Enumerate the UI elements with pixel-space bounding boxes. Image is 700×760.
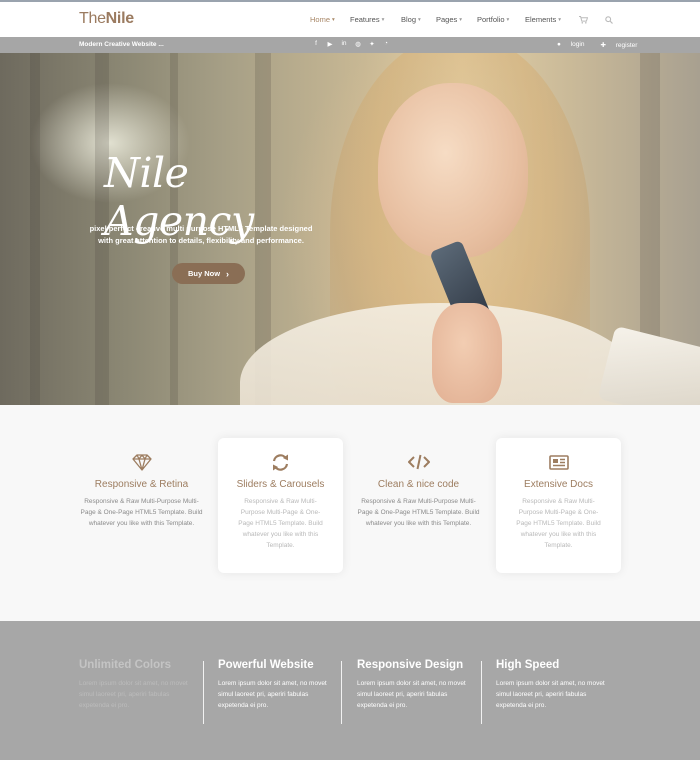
feature-title: Sliders & Carousels — [236, 479, 325, 490]
tagline: Modern Creative Website ... — [79, 40, 164, 48]
register-link[interactable]: ✚ register — [600, 41, 645, 49]
feature-title: Responsive & Retina — [94, 479, 189, 490]
top-bar: Modern Creative Website ... f ▶ in ◍ ✦ ◔… — [0, 37, 700, 53]
highlight-text: Lorem ipsum dolor sit amet, no movet sim… — [357, 680, 466, 709]
highlight-column: High Speed Lorem ipsum dolor sit amet, n… — [496, 659, 634, 723]
twitter-icon[interactable]: ✦ — [365, 40, 379, 48]
nav-item-home[interactable]: Home ▾ — [310, 15, 350, 24]
feature-description: Responsive & Raw Multi-Purpose Multi-Pag… — [516, 498, 601, 549]
highlights-section: Unlimited Colors Lorem ipsum dolor sit a… — [0, 621, 700, 760]
feature-card: Clean & nice code Responsive & Raw Multi… — [356, 438, 481, 573]
buy-now-label: Buy Now — [187, 269, 221, 278]
login-link[interactable]: ● login — [557, 41, 592, 49]
feature-description: Responsive & Raw Multi-Purpose Multi-Pag… — [357, 498, 480, 527]
newspaper-icon — [496, 452, 621, 472]
nav-item-pages[interactable]: Pages ▾ — [436, 15, 477, 24]
nav-item-label: Home — [310, 15, 331, 24]
nav-item-label: Elements — [525, 15, 557, 24]
refresh-icon — [218, 452, 343, 472]
highlight-text: Lorem ipsum dolor sit amet, no movet sim… — [79, 680, 188, 709]
chevron-down-icon: ▾ — [558, 16, 562, 23]
logo-bold: Nile — [105, 10, 134, 27]
code-icon — [356, 452, 481, 472]
buy-now-button[interactable]: Buy Now › — [172, 263, 245, 284]
feature-description: Responsive & Raw Multi-Purpose Multi-Pag… — [80, 498, 203, 527]
highlight-title: Responsive Design — [357, 659, 464, 671]
feature-title: Extensive Docs — [524, 479, 593, 490]
highlight-column: Powerful Website Lorem ipsum dolor sit a… — [218, 659, 356, 723]
highlight-column: Responsive Design Lorem ipsum dolor sit … — [357, 659, 495, 723]
highlight-title: High Speed — [496, 659, 560, 671]
hero-photo-hand — [432, 303, 502, 403]
logo[interactable]: TheNile — [79, 10, 134, 28]
hero-subtitle: pixel perfect creative multi purpose HTM… — [86, 223, 316, 247]
features-section: Responsive & Retina Responsive & Raw Mul… — [0, 405, 700, 621]
site-header: TheNile Home ▾ Features ▾ Blog ▾ Pages ▾ Por… — [0, 2, 700, 37]
highlight-title: Unlimited Colors — [79, 659, 172, 671]
hero-photo-face — [378, 83, 528, 258]
youtube-icon[interactable]: ▶ — [323, 40, 337, 48]
nav-item-features[interactable]: Features ▾ — [350, 15, 401, 24]
hero-photo-laptop — [597, 325, 700, 405]
search-icon[interactable] — [605, 15, 613, 24]
main-nav: Home ▾ Features ▾ Blog ▾ Pages ▾ Portfolio ▾ … — [310, 2, 613, 37]
facebook-icon[interactable]: f — [309, 40, 323, 48]
feature-title: Clean & nice code — [377, 479, 460, 490]
nav-item-portfolio[interactable]: Portfolio ▾ — [477, 15, 525, 24]
register-label: register — [615, 41, 638, 49]
chevron-down-icon: ▾ — [381, 16, 385, 23]
column-divider — [203, 661, 204, 724]
linkedin-icon[interactable]: in — [337, 40, 351, 48]
nav-item-label: Portfolio — [477, 15, 505, 24]
chevron-down-icon: ▾ — [506, 16, 510, 23]
hero-subtitle-line: with great attention to details, flexibi… — [98, 236, 304, 245]
chevron-down-icon: ▾ — [332, 16, 335, 23]
hero-background — [30, 53, 40, 405]
hero-slider: Nile Agency pixel perfect creative multi… — [0, 53, 700, 405]
chevron-down-icon: ▾ — [459, 16, 463, 23]
feature-card: Sliders & Carousels Responsive & Raw Mul… — [218, 438, 343, 573]
chevron-down-icon: ▾ — [418, 16, 421, 23]
rss-icon[interactable]: ◔ — [379, 40, 393, 48]
highlight-column: Unlimited Colors Lorem ipsum dolor sit a… — [79, 659, 217, 723]
nav-item-blog[interactable]: Blog ▾ — [401, 15, 436, 24]
social-links: f ▶ in ◍ ✦ ◔ — [309, 40, 393, 48]
login-label: login — [570, 40, 585, 48]
cart-icon[interactable] — [579, 15, 605, 24]
auth-links: ● login ✚ register — [557, 41, 653, 49]
nav-item-elements[interactable]: Elements ▾ — [525, 15, 579, 24]
user-icon: ● — [557, 40, 563, 48]
feature-card: Extensive Docs Responsive & Raw Multi-Pu… — [496, 438, 621, 573]
diamond-icon — [79, 452, 204, 472]
feature-card: Responsive & Retina Responsive & Raw Mul… — [79, 438, 204, 573]
feature-description: Responsive & Raw Multi-Purpose Multi-Pag… — [238, 498, 323, 549]
user-plus-icon: ✚ — [600, 41, 608, 49]
highlight-text: Lorem ipsum dolor sit amet, no movet sim… — [496, 680, 605, 709]
dribbble-icon[interactable]: ◍ — [351, 40, 365, 48]
nav-item-label: Pages — [436, 15, 458, 24]
highlight-text: Lorem ipsum dolor sit amet, no movet sim… — [218, 680, 327, 709]
hero-subtitle-line: pixel perfect creative multi purpose HTM… — [89, 224, 313, 233]
chevron-right-icon: › — [226, 268, 230, 279]
nav-item-label: Features — [350, 15, 380, 24]
nav-item-label: Blog — [401, 15, 417, 24]
highlight-title: Powerful Website — [218, 659, 314, 671]
logo-light: The — [79, 10, 106, 27]
column-divider — [341, 661, 342, 724]
column-divider — [481, 661, 482, 724]
